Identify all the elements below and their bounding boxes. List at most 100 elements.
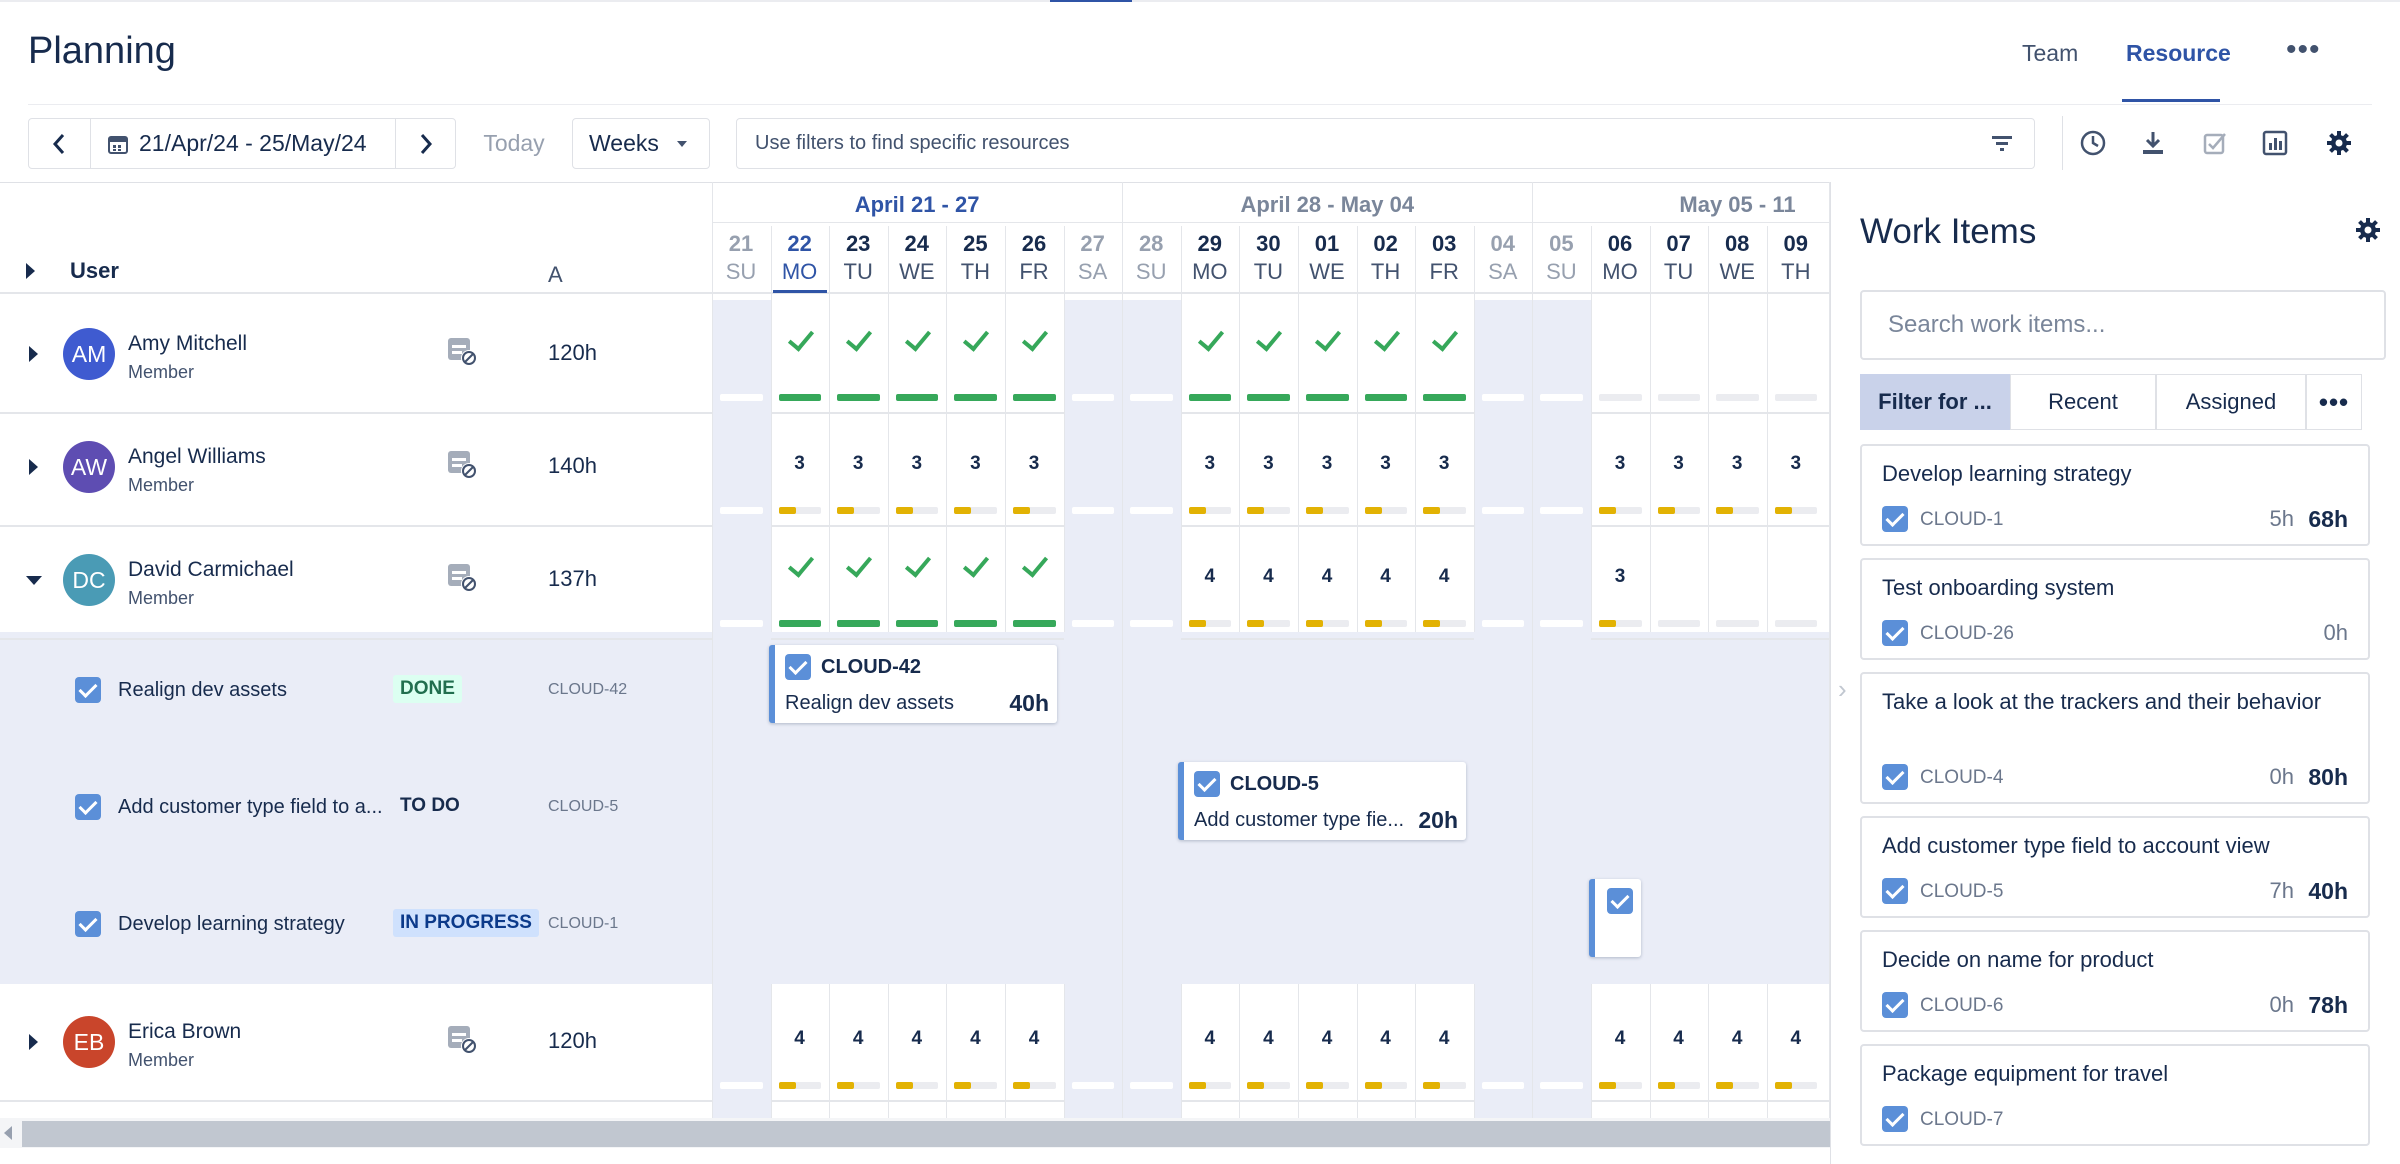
- subtask-name[interactable]: Realign dev assets: [118, 679, 287, 702]
- cell-hours[interactable]: 4: [946, 1028, 1004, 1050]
- cell-hours[interactable]: 4: [1181, 566, 1239, 588]
- expand-row-icon[interactable]: [29, 459, 38, 475]
- avatar[interactable]: AW: [63, 441, 115, 493]
- user-name[interactable]: Angel Williams: [128, 445, 266, 469]
- cell-hours[interactable]: 4: [829, 1028, 887, 1050]
- timeline-task-card[interactable]: CLOUD-42 Realign dev assets 40h: [769, 645, 1057, 723]
- header-more-button[interactable]: •••: [2286, 33, 2321, 67]
- timeline-task-card[interactable]: [1589, 879, 1641, 957]
- cell-hours[interactable]: 4: [1005, 1028, 1063, 1050]
- export-button[interactable]: [2138, 128, 2168, 158]
- absence-icon[interactable]: [447, 336, 479, 373]
- cell-hours[interactable]: 3: [1415, 453, 1473, 475]
- day-divider: [1063, 984, 1065, 1118]
- approve-button[interactable]: [2200, 128, 2230, 158]
- cell-hours[interactable]: 3: [1239, 453, 1297, 475]
- work-item-card[interactable]: Take a look at the trackers and their be…: [1860, 672, 2370, 804]
- cell-hours[interactable]: 4: [771, 1028, 829, 1050]
- date-range-picker[interactable]: 21/Apr/24 - 25/May/24: [90, 118, 396, 169]
- reports-button[interactable]: [2260, 128, 2290, 158]
- cell-hours[interactable]: 3: [1357, 453, 1415, 475]
- filter-more-button[interactable]: •••: [2306, 374, 2362, 430]
- history-button[interactable]: [2078, 128, 2108, 158]
- day-name: SU: [1135, 259, 1167, 284]
- tab-resource[interactable]: Resource: [2126, 40, 2231, 67]
- work-item-card[interactable]: Decide on name for product CLOUD-6 0h 78h: [1860, 930, 2370, 1032]
- tab-team[interactable]: Team: [2022, 40, 2078, 67]
- panel-collapse-icon[interactable]: ›: [1838, 674, 1847, 705]
- scrollbar-thumb[interactable]: [22, 1121, 1830, 1147]
- work-item-card[interactable]: Add customer type field to account view C…: [1860, 816, 2370, 918]
- work-item-card[interactable]: Test onboarding system CLOUD-26 0h: [1860, 558, 2370, 660]
- cell-hours[interactable]: 3: [1298, 453, 1356, 475]
- settings-button[interactable]: [2324, 128, 2354, 158]
- expand-row-icon[interactable]: [29, 1034, 38, 1050]
- task-key: CLOUD-5: [1230, 773, 1319, 795]
- cell-hours[interactable]: 3: [1708, 453, 1766, 475]
- cell-hours[interactable]: 3: [1591, 566, 1649, 588]
- cell-hours[interactable]: 3: [1591, 453, 1649, 475]
- user-name[interactable]: Erica Brown: [128, 1020, 241, 1044]
- user-name[interactable]: Amy Mitchell: [128, 332, 247, 356]
- cell-hours[interactable]: 4: [1708, 1028, 1766, 1050]
- recent-filter-button[interactable]: Recent: [2010, 374, 2156, 430]
- cell-hours[interactable]: 4: [1767, 1028, 1825, 1050]
- cell-hours[interactable]: 3: [1181, 453, 1239, 475]
- next-period-button[interactable]: [396, 118, 456, 169]
- cell-hours[interactable]: 4: [1591, 1028, 1649, 1050]
- resource-filter-input[interactable]: Use filters to find specific resources: [736, 118, 2035, 169]
- cell-hours[interactable]: 4: [1298, 1028, 1356, 1050]
- cell-hours[interactable]: 3: [946, 453, 1004, 475]
- work-items-search-input[interactable]: Search work items...: [1860, 290, 2386, 360]
- expand-all-icon[interactable]: [26, 263, 35, 279]
- avatar[interactable]: EB: [63, 1016, 115, 1068]
- panel-settings-gear-icon[interactable]: [2354, 216, 2382, 244]
- subtask-name[interactable]: Add customer type field to a...: [118, 796, 383, 819]
- work-item-card[interactable]: Package equipment for travel CLOUD-7: [1860, 1044, 2370, 1146]
- cell-hours[interactable]: 3: [1650, 453, 1708, 475]
- cell-hours[interactable]: 3: [829, 453, 887, 475]
- cell-hours[interactable]: 3: [1005, 453, 1063, 475]
- cell-hours[interactable]: 4: [888, 1028, 946, 1050]
- absence-icon[interactable]: [447, 1024, 479, 1061]
- day-number: 30: [1256, 231, 1281, 256]
- absence-icon[interactable]: [447, 562, 479, 599]
- cell-hours[interactable]: 3: [771, 453, 829, 475]
- capacity-bar-track: [1130, 620, 1173, 627]
- cell-hours[interactable]: 3: [888, 453, 946, 475]
- expand-row-icon[interactable]: [29, 346, 38, 362]
- subtask-checkbox[interactable]: [75, 794, 101, 820]
- view-scale-select[interactable]: Weeks: [572, 118, 710, 169]
- user-column-header[interactable]: User: [70, 258, 119, 284]
- filter-icon[interactable]: [1990, 132, 2014, 154]
- today-button[interactable]: Today: [466, 118, 562, 169]
- assigned-filter-button[interactable]: Assigned: [2156, 374, 2306, 430]
- collapse-row-icon[interactable]: [26, 576, 42, 585]
- work-item-card[interactable]: Develop learning strategy CLOUD-1 5h 68h: [1860, 444, 2370, 546]
- cell-hours[interactable]: 4: [1415, 566, 1473, 588]
- day-number: 03: [1431, 231, 1457, 256]
- cell-hours[interactable]: 4: [1357, 1028, 1415, 1050]
- day-divider: [1708, 984, 1710, 1118]
- subtask-name[interactable]: Develop learning strategy: [118, 913, 345, 936]
- absence-icon[interactable]: [447, 449, 479, 486]
- avatar[interactable]: AM: [63, 328, 115, 380]
- cell-hours[interactable]: 3: [1767, 453, 1825, 475]
- avatar[interactable]: DC: [63, 554, 115, 606]
- cell-hours[interactable]: 4: [1415, 1028, 1473, 1050]
- subtask-checkbox[interactable]: [75, 911, 101, 937]
- user-name[interactable]: David Carmichael: [128, 558, 294, 582]
- cell-hours[interactable]: 4: [1239, 1028, 1297, 1050]
- task-name: Realign dev assets: [785, 692, 954, 714]
- previous-period-button[interactable]: [28, 118, 90, 169]
- availability-column-header[interactable]: A: [548, 262, 563, 288]
- timeline-task-card[interactable]: CLOUD-5 Add customer type fie... 20h: [1178, 762, 1466, 840]
- scroll-left-arrow[interactable]: [4, 1126, 12, 1140]
- cell-hours[interactable]: 4: [1650, 1028, 1708, 1050]
- cell-hours[interactable]: 4: [1239, 566, 1297, 588]
- cell-hours[interactable]: 4: [1181, 1028, 1239, 1050]
- subtask-checkbox[interactable]: [75, 677, 101, 703]
- cell-hours[interactable]: 4: [1357, 566, 1415, 588]
- filter-for-button[interactable]: Filter for ...: [1860, 374, 2010, 430]
- cell-hours[interactable]: 4: [1298, 566, 1356, 588]
